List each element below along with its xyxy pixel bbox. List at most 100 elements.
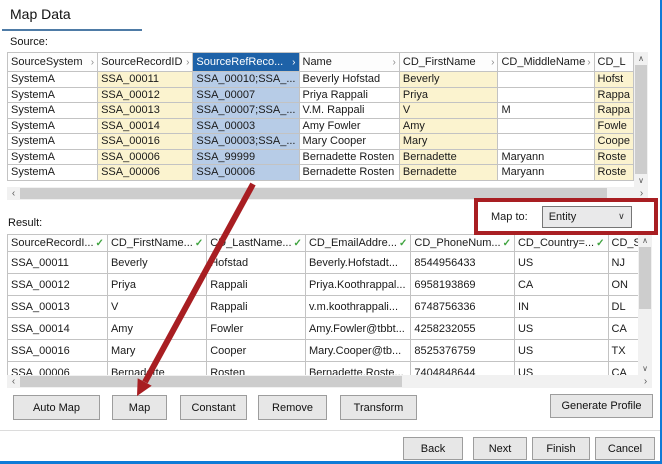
column-header[interactable]: SourceRecordI...✓: [8, 235, 108, 252]
grid-cell[interactable]: 6748756336: [411, 296, 515, 318]
grid-cell[interactable]: Roste: [594, 165, 633, 181]
column-header[interactable]: CD_St: [608, 235, 638, 252]
grid-cell[interactable]: SSA_00006: [98, 149, 193, 165]
back-button[interactable]: Back: [403, 437, 463, 460]
grid-cell[interactable]: SSA_00006: [98, 165, 193, 181]
grid-cell[interactable]: SSA_00006: [193, 165, 299, 181]
grid-cell[interactable]: SSA_00014: [8, 318, 108, 340]
grid-cell[interactable]: Amy: [399, 118, 498, 134]
grid-cell[interactable]: V: [107, 296, 206, 318]
scroll-left-icon[interactable]: ‹: [7, 375, 20, 388]
grid-cell[interactable]: Beverly Hofstad: [299, 72, 399, 88]
grid-cell[interactable]: [498, 72, 594, 88]
grid-cell[interactable]: SSA_00013: [98, 103, 193, 119]
grid-cell[interactable]: Amy.Fowler@tbbt...: [305, 318, 410, 340]
grid-cell[interactable]: Beverly: [107, 252, 206, 274]
grid-cell[interactable]: SSA_00003;SSA_...: [193, 134, 299, 150]
source-vscroll-thumb[interactable]: [635, 65, 647, 174]
grid-cell[interactable]: Priya.Koothrappal...: [305, 274, 410, 296]
result-grid[interactable]: SourceRecordI...✓CD_FirstName...✓CD_Last…: [7, 234, 638, 375]
grid-cell[interactable]: Maryann: [498, 149, 594, 165]
grid-cell[interactable]: TX: [608, 340, 638, 362]
map-to-dropdown[interactable]: Entity ∨: [542, 206, 632, 228]
grid-cell[interactable]: SSA_00007: [193, 87, 299, 103]
column-header[interactable]: SourceRecordID›: [98, 53, 193, 72]
grid-cell[interactable]: Mary Cooper: [299, 134, 399, 150]
grid-cell[interactable]: Rappali: [207, 296, 306, 318]
grid-cell[interactable]: SSA_00014: [98, 118, 193, 134]
grid-cell[interactable]: Beverly.Hofstadt...: [305, 252, 410, 274]
constant-button[interactable]: Constant: [180, 395, 247, 420]
grid-cell[interactable]: CA: [608, 318, 638, 340]
column-header[interactable]: CD_Country=...✓: [514, 235, 608, 252]
grid-cell[interactable]: SystemA: [8, 118, 98, 134]
grid-cell[interactable]: SSA_00011: [8, 252, 108, 274]
scroll-right-icon[interactable]: ›: [639, 375, 652, 388]
grid-cell[interactable]: DL: [608, 296, 638, 318]
grid-cell[interactable]: Maryann: [498, 165, 594, 181]
grid-cell[interactable]: Rosten: [207, 362, 306, 376]
grid-cell[interactable]: Mary: [399, 134, 498, 150]
grid-cell[interactable]: Bernadette: [399, 165, 498, 181]
grid-cell[interactable]: Priya: [399, 87, 498, 103]
grid-cell[interactable]: V.M. Rappali: [299, 103, 399, 119]
auto-map-button[interactable]: Auto Map: [13, 395, 100, 420]
grid-cell[interactable]: [498, 87, 594, 103]
grid-cell[interactable]: US: [514, 340, 608, 362]
grid-cell[interactable]: SystemA: [8, 134, 98, 150]
grid-cell[interactable]: Bernadette.Roste...: [305, 362, 410, 376]
column-header[interactable]: CD_FirstName›: [399, 53, 498, 72]
grid-cell[interactable]: US: [514, 318, 608, 340]
column-header[interactable]: CD_MiddleName›: [498, 53, 594, 72]
grid-cell[interactable]: SSA_00016: [8, 340, 108, 362]
grid-cell[interactable]: NJ: [608, 252, 638, 274]
column-header[interactable]: SourceSystem›: [8, 53, 98, 72]
grid-cell[interactable]: Mary.Cooper@tb...: [305, 340, 410, 362]
grid-cell[interactable]: Priya: [107, 274, 206, 296]
grid-cell[interactable]: Bernadette: [107, 362, 206, 376]
generate-profile-button[interactable]: Generate Profile: [550, 394, 653, 418]
grid-cell[interactable]: Coope: [594, 134, 633, 150]
scroll-left-icon[interactable]: ‹: [7, 187, 20, 200]
grid-cell[interactable]: SSA_00016: [98, 134, 193, 150]
scroll-down-icon[interactable]: ∨: [634, 174, 648, 187]
column-header[interactable]: SourceRefReco...›: [193, 53, 299, 72]
grid-cell[interactable]: 7404848644: [411, 362, 515, 376]
source-grid[interactable]: SourceSystem›SourceRecordID›SourceRefRec…: [7, 52, 634, 181]
remove-button[interactable]: Remove: [258, 395, 327, 420]
source-vertical-scrollbar[interactable]: ∧ ∨: [634, 52, 648, 187]
grid-cell[interactable]: Rappali: [207, 274, 306, 296]
grid-cell[interactable]: US: [514, 362, 608, 376]
grid-cell[interactable]: 4258232055: [411, 318, 515, 340]
grid-cell[interactable]: SSA_00010;SSA_...: [193, 72, 299, 88]
grid-cell[interactable]: [498, 134, 594, 150]
grid-cell[interactable]: SSA_00011: [98, 72, 193, 88]
map-button[interactable]: Map: [112, 395, 167, 420]
result-vscroll-thumb[interactable]: [639, 247, 651, 309]
grid-cell[interactable]: Rappa: [594, 87, 633, 103]
grid-cell[interactable]: IN: [514, 296, 608, 318]
grid-cell[interactable]: Beverly: [399, 72, 498, 88]
column-header[interactable]: CD_EmailAddre...✓: [305, 235, 410, 252]
grid-cell[interactable]: Bernadette Rosten: [299, 165, 399, 181]
scroll-up-icon[interactable]: ∧: [634, 52, 648, 65]
grid-cell[interactable]: Bernadette Rosten: [299, 149, 399, 165]
grid-cell[interactable]: Rappa: [594, 103, 633, 119]
grid-cell[interactable]: CA: [514, 274, 608, 296]
result-hscroll-thumb[interactable]: [20, 376, 402, 387]
column-header[interactable]: Name›: [299, 53, 399, 72]
grid-cell[interactable]: v.m.koothrappali...: [305, 296, 410, 318]
grid-cell[interactable]: SSA_00003: [193, 118, 299, 134]
grid-cell[interactable]: Roste: [594, 149, 633, 165]
grid-cell[interactable]: SSA_00007;SSA_...: [193, 103, 299, 119]
grid-cell[interactable]: 8544956433: [411, 252, 515, 274]
finish-button[interactable]: Finish: [532, 437, 590, 460]
column-header[interactable]: CD_LastName...✓: [207, 235, 306, 252]
grid-cell[interactable]: Hofst: [594, 72, 633, 88]
grid-cell[interactable]: SSA_00012: [8, 274, 108, 296]
grid-cell[interactable]: Amy Fowler: [299, 118, 399, 134]
grid-cell[interactable]: Amy: [107, 318, 206, 340]
grid-cell[interactable]: SSA_00006: [8, 362, 108, 376]
grid-cell[interactable]: Priya Rappali: [299, 87, 399, 103]
column-header[interactable]: CD_PhoneNum...✓: [411, 235, 515, 252]
